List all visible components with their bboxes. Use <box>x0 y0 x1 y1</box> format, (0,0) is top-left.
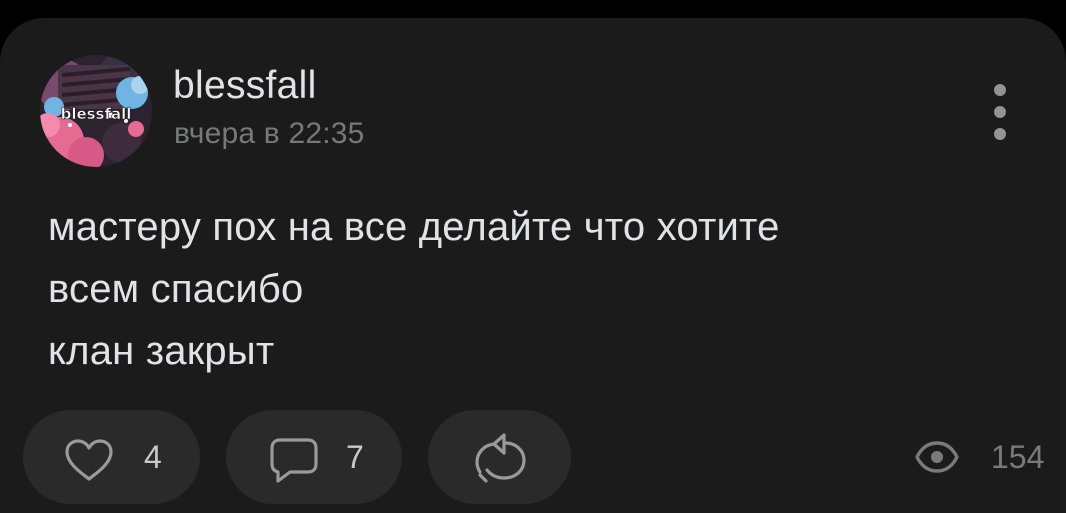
avatar[interactable]: blessfall <box>40 55 152 167</box>
post-card: blessfall blessfall вчера в 22:35 мастер… <box>0 18 1066 513</box>
like-button[interactable]: 4 <box>23 410 200 504</box>
post-text-line: мастеру пох на все делайте что хотите <box>48 205 780 249</box>
more-vertical-icon-dot <box>994 106 1006 118</box>
share-icon <box>475 433 526 483</box>
avatar-image: blessfall <box>40 55 152 167</box>
post-text-line: всем спасибо <box>48 267 304 311</box>
post-timestamp: вчера в 22:35 <box>174 117 365 150</box>
share-button[interactable] <box>428 410 571 504</box>
heart-icon <box>65 439 113 481</box>
author-name[interactable]: blessfall <box>173 62 317 110</box>
post-menu-button[interactable] <box>982 80 1018 144</box>
post-text: мастеру пох на все делайте что хотите вс… <box>48 196 1008 382</box>
comment-button[interactable]: 7 <box>226 410 402 504</box>
comment-count: 7 <box>346 439 364 475</box>
comment-icon <box>270 438 318 483</box>
avatar-logo-text: blessfall <box>61 105 132 123</box>
post-text-line: клан закрыт <box>48 329 275 373</box>
like-count: 4 <box>144 439 162 475</box>
more-vertical-icon <box>994 84 1006 96</box>
views-count: 154 <box>991 439 1045 475</box>
eye-icon <box>915 441 959 473</box>
more-vertical-icon-dot <box>994 128 1006 140</box>
